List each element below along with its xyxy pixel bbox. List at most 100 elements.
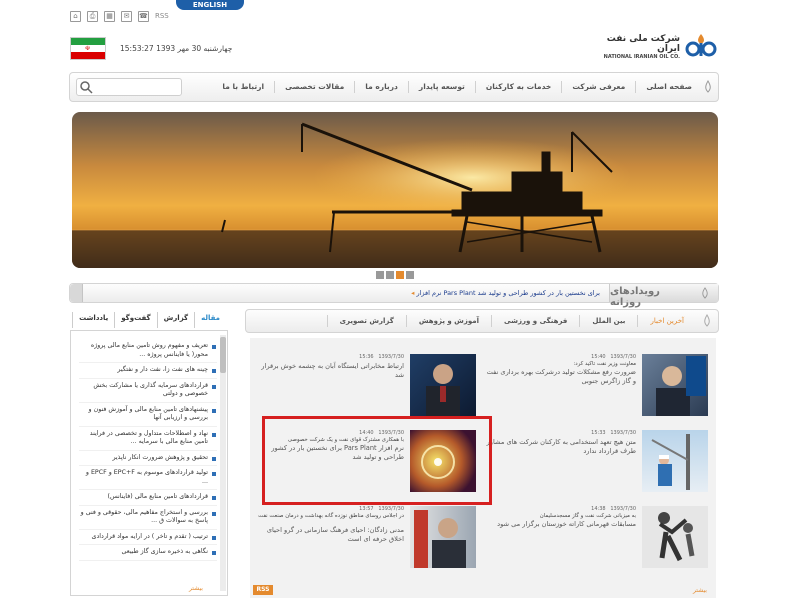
- rss-button[interactable]: RSS: [253, 585, 273, 595]
- list-item[interactable]: نهاد و اصطلاحات متداول و تخصصی در فرایند…: [79, 427, 217, 451]
- news-date: 1393/7/30: [610, 354, 636, 360]
- news-title[interactable]: مدنی زادگان: احیای فرهنگ سازمانی در گرو …: [254, 526, 404, 544]
- list-item[interactable]: پیشنهادهای تامین منابع مالی و آموزش فنون…: [79, 403, 217, 427]
- news-subtitle: معاونت وزیر نفت تاکید کرد:: [573, 361, 636, 367]
- list-item[interactable]: تحقیق و پژوهش ضرورت انکار ناپذیر: [79, 451, 217, 466]
- main-navigation: صفحه اصلی معرفی شرکت خدمات به کارکنان تو…: [69, 72, 719, 102]
- news-more-link[interactable]: بیشتر: [693, 587, 707, 594]
- sitemap-icon[interactable]: ▦: [104, 10, 115, 22]
- nav-item-about-us[interactable]: درباره ما: [354, 81, 408, 93]
- mail-icon[interactable]: ✉: [121, 10, 132, 22]
- sidebar-scrollbar[interactable]: [220, 335, 226, 591]
- ticker-headline-text: نرم افزار Pars Plant برای نخستین بار در …: [416, 289, 600, 297]
- tab-note[interactable]: یادداشت: [72, 312, 114, 328]
- news-thumbnail[interactable]: [410, 354, 476, 416]
- nav-item-home[interactable]: صفحه اصلی: [635, 81, 702, 93]
- tab-interview[interactable]: گفت‌وگو: [114, 312, 156, 328]
- highlight-box: [262, 416, 492, 505]
- slider-dot[interactable]: [386, 271, 394, 279]
- list-item[interactable]: بررسی و استخراج مفاهیم مالی، حقوقی و فنی…: [79, 506, 217, 530]
- tab-culture-sports[interactable]: فرهنگی و ورزشی: [490, 315, 579, 327]
- list-item[interactable]: تعریف و مفهوم روش تامین منابع مالی پروژه…: [79, 339, 217, 363]
- ticker-title: رویدادهای روزانه: [610, 286, 660, 308]
- oil-platform-banner-image[interactable]: [72, 112, 718, 268]
- slider-dot[interactable]: [406, 271, 414, 279]
- news-time: 15:36: [359, 354, 374, 360]
- news-date: 1393/7/30: [378, 354, 404, 360]
- list-item[interactable]: تولید قراردادهای موسوم به EPC+F و EPCF و…: [79, 466, 217, 490]
- news-meta: 1393/7/30 15:33: [591, 430, 636, 436]
- search-input[interactable]: [76, 78, 182, 96]
- list-item[interactable]: نگاهی به ذخیره سازی گاز طبیعی: [79, 545, 217, 561]
- news-thumbnail[interactable]: [410, 506, 476, 568]
- sidebar-more-link[interactable]: بیشتر: [189, 585, 203, 592]
- news-subtitle: به میزبانی شرکت نفت و گاز مسجدسلیمان: [539, 513, 636, 519]
- news-time: 14:38: [591, 506, 606, 512]
- news-tabs: آخرین اخبار بین الملل فرهنگی و ورزشی آمو…: [245, 309, 719, 333]
- sidebar-article-list: تعریف و مفهوم روش تامین منابع مالی پروژه…: [79, 339, 217, 561]
- nav-item-articles[interactable]: مقالات تخصصی: [274, 81, 354, 93]
- nav-items: صفحه اصلی معرفی شرکت خدمات به کارکنان تو…: [212, 73, 702, 101]
- news-title[interactable]: ارتباط مخابراتی ایستگاه آبان به چشمه خوش…: [254, 362, 404, 380]
- sidebar-scrollbar-thumb[interactable]: [220, 337, 226, 373]
- news-date: 1393/7/30: [378, 506, 404, 512]
- tab-report[interactable]: گزارش: [156, 312, 195, 328]
- logo-name-en: NATIONAL IRANIAN OIL CO.: [603, 54, 680, 60]
- slider-dot-active[interactable]: [396, 271, 404, 279]
- ticker-title-box: رویدادهای روزانه: [609, 284, 718, 308]
- list-item[interactable]: چینه های نفت زا، نفت دار و نفتگیر: [79, 363, 217, 379]
- tab-international[interactable]: بین الملل: [579, 315, 637, 327]
- nioc-logo-icon[interactable]: [684, 32, 718, 58]
- news-item[interactable]: 1393/7/30 14:38 به میزبانی شرکت نفت و گا…: [484, 506, 708, 576]
- contact-icon[interactable]: ☎: [138, 10, 149, 22]
- news-title[interactable]: متن هیچ تعهد استخدامی به کارکنان شرکت ها…: [486, 438, 636, 456]
- news-title[interactable]: ضرورت رفع مشکلات تولید درشرکت بهره بردار…: [486, 368, 636, 386]
- nav-item-contact[interactable]: ارتباط با ما: [212, 81, 274, 93]
- tab-photo-report[interactable]: گزارش تصویری: [326, 315, 406, 327]
- logo-name-fa: شرکت ملی نفت ایران: [606, 34, 680, 54]
- utility-icons: ⌂ ⎙ ▦ ✉ ☎ RSS: [70, 10, 169, 22]
- oil-drop-home-icon[interactable]: [701, 80, 715, 94]
- nav-item-sustainable-development[interactable]: توسعه پایدار: [407, 81, 475, 93]
- sidebar-tabs: مقاله گزارش گفت‌وگو یادداشت: [70, 312, 226, 328]
- news-meta: 1393/7/30 15:40: [591, 354, 636, 360]
- list-item[interactable]: قراردادهای سرمایه گذاری یا مشارکت بخش خص…: [79, 379, 217, 403]
- news-time: 15:40: [591, 354, 606, 360]
- print-icon[interactable]: ⎙: [87, 10, 98, 22]
- tab-article[interactable]: مقاله: [194, 312, 226, 328]
- news-time: 15:33: [591, 430, 606, 436]
- ticker-headline[interactable]: ◂ نرم افزار Pars Plant برای نخستین بار د…: [411, 289, 600, 297]
- ticker-control[interactable]: [70, 284, 83, 302]
- home-icon[interactable]: ⌂: [70, 10, 81, 22]
- list-item[interactable]: ترتیب ( تقدم و تاخر ) در ارایه مواد قرار…: [79, 530, 217, 545]
- news-meta: 1393/7/30 13:57: [359, 506, 404, 512]
- tab-latest-news[interactable]: آخرین اخبار: [637, 315, 696, 327]
- news-item[interactable]: 1393/7/30 15:40 معاونت وزیر نفت تاکید کر…: [484, 354, 708, 424]
- news-thumbnail[interactable]: [642, 354, 708, 416]
- sidebar-panel: تعریف و مفهوم روش تامین منابع مالی پروژه…: [70, 330, 228, 596]
- nav-item-employee-services[interactable]: خدمات به کارکنان: [474, 81, 561, 93]
- news-item[interactable]: 1393/7/30 13:57 در اجلاس روسای مناطق نوز…: [252, 506, 476, 576]
- rss-link[interactable]: RSS: [155, 12, 169, 20]
- news-item[interactable]: 1393/7/30 15:36 ارتباط مخابراتی ایستگاه …: [252, 354, 476, 424]
- news-date: 1393/7/30: [610, 506, 636, 512]
- nav-item-about-company[interactable]: معرفی شرکت: [561, 81, 635, 93]
- news-thumbnail[interactable]: [642, 506, 708, 568]
- news-item[interactable]: 1393/7/30 15:33 متن هیچ تعهد استخدامی به…: [484, 430, 708, 500]
- current-datetime: چهارشنبه 30 مهر 1393 15:53:27: [120, 44, 233, 53]
- oil-drop-icon: [696, 310, 718, 332]
- news-meta: 1393/7/30 15:36: [359, 354, 404, 360]
- news-title[interactable]: مسابقات قهرمانی کاراته خوزستان برگزار می…: [486, 520, 636, 529]
- list-item[interactable]: قراردادهای تامین منابع مالی (فاینانس): [79, 490, 217, 506]
- news-subtitle: در اجلاس روسای مناطق نوزده گانه بهداشت و…: [258, 513, 404, 519]
- news-time: 13:57: [359, 506, 374, 512]
- news-meta: 1393/7/30 14:38: [591, 506, 636, 512]
- slider-pagination: [376, 271, 414, 279]
- english-language-tab[interactable]: ENGLISH: [176, 0, 244, 10]
- tab-education-research[interactable]: آموزش و پژوهش: [405, 315, 491, 327]
- search-icon[interactable]: [79, 80, 93, 94]
- news-thumbnail[interactable]: [642, 430, 708, 492]
- slider-dot[interactable]: [376, 271, 384, 279]
- company-name[interactable]: شرکت ملی نفت ایران NATIONAL IRANIAN OIL …: [600, 34, 680, 60]
- iran-flag-icon: ☫: [70, 37, 106, 60]
